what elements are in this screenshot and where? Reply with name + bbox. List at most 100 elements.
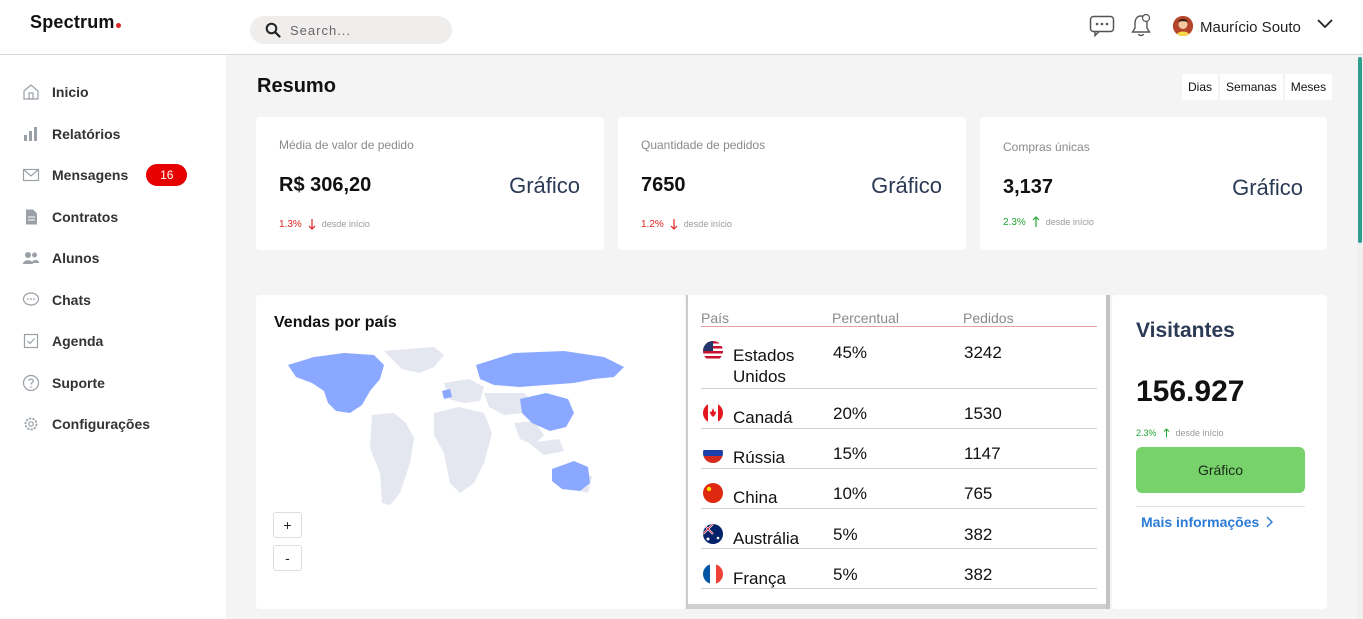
vertical-scrollbar[interactable] xyxy=(1106,295,1110,609)
sidebar-item-label: Relatórios xyxy=(52,126,121,142)
home-icon xyxy=(23,84,39,100)
table-row: Estados Unidos 45% 3242 xyxy=(701,335,1097,389)
stat-value: R$ 306,20 xyxy=(279,174,372,196)
country-sales-table: País Percentual Pedidos Estados Unidos 4… xyxy=(686,295,1110,609)
zoom-in-button[interactable]: + xyxy=(273,512,302,538)
sidebar-item-relatorios[interactable]: Relatórios xyxy=(22,121,120,147)
stat-graph-link[interactable]: Gráfico xyxy=(1232,175,1303,201)
arrow-up-icon xyxy=(1032,216,1040,227)
delta-percent: 1.2% xyxy=(641,218,664,230)
sales-title: Vendas por país xyxy=(274,314,397,331)
more-info-link[interactable]: Mais informações xyxy=(1141,514,1274,530)
horizontal-scrollbar[interactable] xyxy=(688,604,1108,609)
header-divider xyxy=(701,326,1097,327)
sidebar-item-configuracoes[interactable]: Configurações xyxy=(22,411,150,437)
stat-card-order-quantity: Quantidade de pedidos 7650 Gráfico 1.2% … xyxy=(618,117,966,250)
user-name[interactable]: Maurício Souto xyxy=(1200,19,1301,36)
world-map[interactable] xyxy=(284,343,634,513)
visitors-title: Visitantes xyxy=(1136,319,1235,342)
country-orders: 382 xyxy=(964,565,993,584)
page-title: Resumo xyxy=(257,75,336,97)
range-weeks-button[interactable]: Semanas xyxy=(1220,74,1283,100)
users-icon xyxy=(23,252,39,264)
avatar[interactable] xyxy=(1173,16,1193,36)
table-row: Canadá 20% 1530 xyxy=(701,389,1097,429)
range-months-button[interactable]: Meses xyxy=(1284,74,1333,100)
messages-icon[interactable] xyxy=(1089,15,1115,37)
stat-delta: 1.2% desde início xyxy=(641,218,732,230)
country-name: Rússia xyxy=(733,448,785,467)
gear-icon xyxy=(24,417,38,431)
notification-bell-icon[interactable] xyxy=(1130,13,1152,39)
stat-label: Compras únicas xyxy=(1003,140,1090,154)
country-orders: 3242 xyxy=(964,343,1002,362)
stat-value: 7650 xyxy=(641,174,686,196)
country-orders: 765 xyxy=(964,484,993,503)
time-range-selector: Dias Semanas Meses xyxy=(1182,74,1333,100)
country-name: China xyxy=(733,488,778,507)
table-row: Austrália 5% 382 xyxy=(701,509,1097,549)
sidebar-item-alunos[interactable]: Alunos xyxy=(22,245,99,271)
stat-label: Quantidade de pedidos xyxy=(641,138,766,152)
russia-flag-icon xyxy=(703,443,723,463)
sidebar-item-label: Agenda xyxy=(52,333,104,349)
sidebar-item-agenda[interactable]: Agenda xyxy=(22,328,103,354)
page-scrollbar[interactable] xyxy=(1357,55,1363,619)
bar-chart-icon xyxy=(24,127,37,141)
country-percent: 5% xyxy=(833,565,858,584)
stat-value: 3,137 xyxy=(1003,176,1054,198)
stat-graph-link[interactable]: Gráfico xyxy=(509,173,580,199)
zoom-out-button[interactable]: - xyxy=(273,545,302,571)
sidebar-item-mensagens[interactable]: Mensagens 16 xyxy=(22,162,188,188)
table-row: Rússia 15% 1147 xyxy=(701,429,1097,469)
table-row: França 5% 382 xyxy=(701,549,1097,589)
document-icon xyxy=(26,209,37,225)
top-bar: Spectrum Maurício Souto xyxy=(0,0,1363,55)
unread-count-badge: 16 xyxy=(146,164,188,186)
search-input[interactable] xyxy=(290,20,440,40)
delta-since: desde início xyxy=(1045,217,1094,227)
delta-since: desde início xyxy=(683,219,732,229)
search-box[interactable] xyxy=(250,16,452,44)
more-info-label: Mais informações xyxy=(1141,514,1260,530)
sidebar-item-label: Contratos xyxy=(52,209,119,225)
sidebar-item-inicio[interactable]: Inicio xyxy=(22,79,89,105)
stat-delta: 2.3% desde início xyxy=(1003,216,1094,228)
country-name: Estados Unidos xyxy=(733,346,795,386)
page-scrollbar-thumb[interactable] xyxy=(1358,57,1362,243)
visitors-value: 156.927 xyxy=(1136,375,1245,408)
country-orders: 1530 xyxy=(964,404,1002,423)
visitors-graph-button[interactable]: Gráfico xyxy=(1136,447,1305,493)
sidebar-item-chats[interactable]: Chats xyxy=(22,287,91,313)
us-flag-icon xyxy=(703,341,723,361)
sidebar-item-suporte[interactable]: Suporte xyxy=(22,370,105,396)
sidebar-item-label: Chats xyxy=(52,292,91,308)
country-percent: 10% xyxy=(833,484,868,503)
country-percent: 20% xyxy=(833,404,868,423)
delta-since: desde início xyxy=(1175,428,1224,438)
delta-percent: 1.3% xyxy=(279,218,302,230)
arrow-up-icon xyxy=(1163,428,1169,438)
mail-icon xyxy=(22,168,40,182)
search-icon xyxy=(265,22,281,38)
australia-flag-icon xyxy=(703,524,723,544)
chevron-down-icon[interactable] xyxy=(1316,18,1334,30)
column-header-orders: Pedidos xyxy=(963,310,1014,326)
country-orders: 382 xyxy=(964,525,993,544)
arrow-down-icon xyxy=(308,219,316,230)
help-circle-icon xyxy=(22,374,40,392)
sidebar-item-contratos[interactable]: Contratos xyxy=(22,204,118,230)
column-header-country: País xyxy=(701,310,730,326)
sidebar-item-label: Alunos xyxy=(52,250,100,266)
stat-label: Média de valor de pedido xyxy=(279,138,414,152)
stat-graph-link[interactable]: Gráfico xyxy=(871,173,942,199)
stat-card-unique-purchases: Compras únicas 3,137 Gráfico 2.3% desde … xyxy=(980,117,1327,250)
canada-flag-icon xyxy=(703,403,723,423)
range-days-button[interactable]: Dias xyxy=(1182,74,1219,100)
logo-dot xyxy=(115,23,121,28)
column-header-percent: Percentual xyxy=(832,310,899,326)
avatar-image xyxy=(1173,16,1193,36)
delta-since: desde início xyxy=(321,219,370,229)
country-name: França xyxy=(733,569,786,588)
app-logo[interactable]: Spectrum xyxy=(30,12,121,33)
